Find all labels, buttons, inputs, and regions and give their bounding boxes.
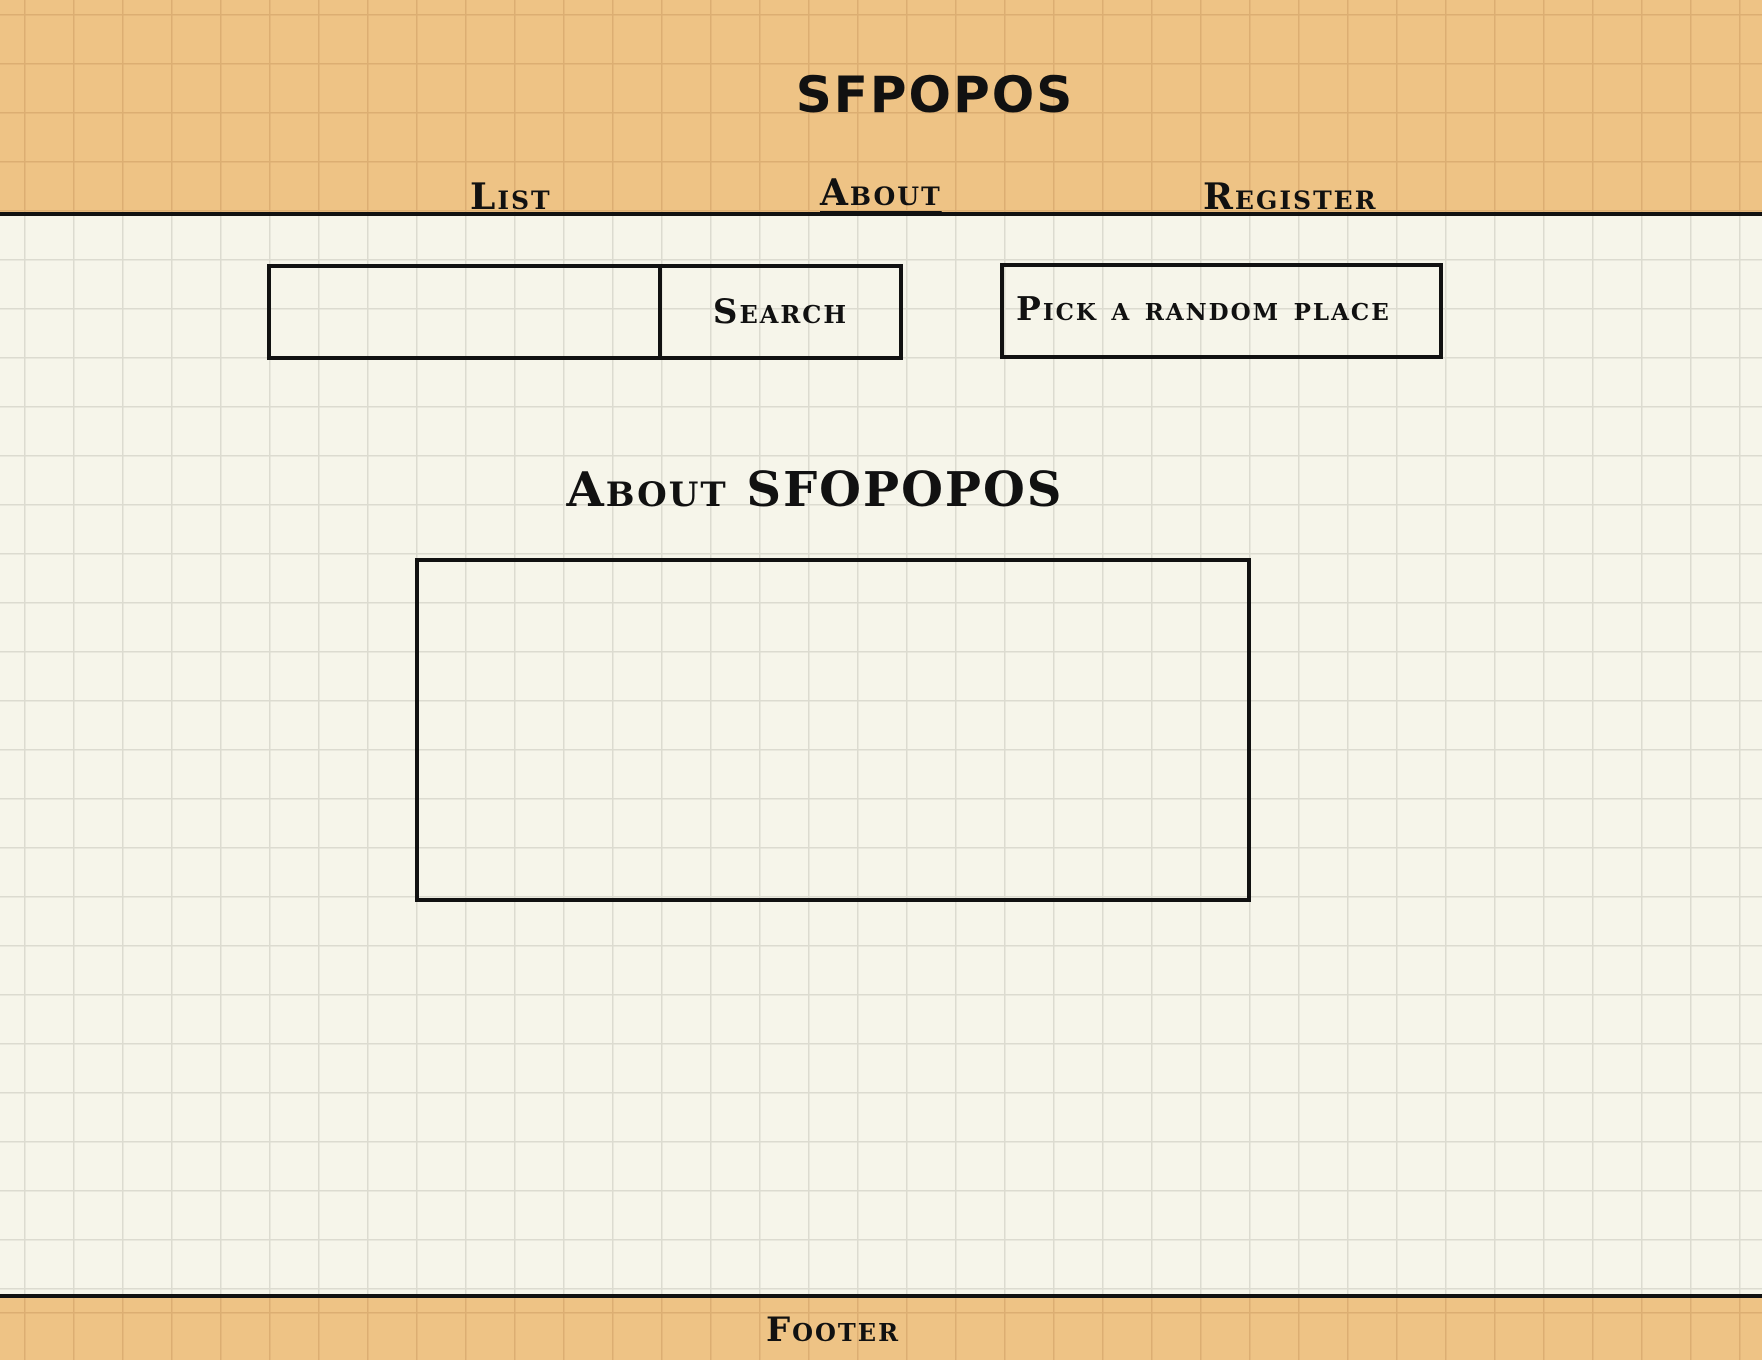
nav-link-list[interactable]: List [470, 176, 552, 218]
nav-link-register[interactable]: Register [1203, 176, 1378, 218]
search-button[interactable]: Search [662, 268, 899, 356]
nav-link-about[interactable]: About [820, 172, 942, 214]
search-input[interactable] [271, 268, 662, 356]
random-place-button[interactable]: Pick a random place [1000, 263, 1443, 359]
search-bar: Search [267, 264, 903, 360]
footer-text: Footer [765, 1310, 901, 1350]
site-header: SFPOPOS List About Register [0, 0, 1762, 218]
about-heading: About SFOPOPOS [566, 462, 1064, 518]
site-footer: Footer [0, 1294, 1762, 1360]
about-content-box [415, 558, 1251, 902]
site-title: SFPOPOS [795, 66, 1075, 124]
